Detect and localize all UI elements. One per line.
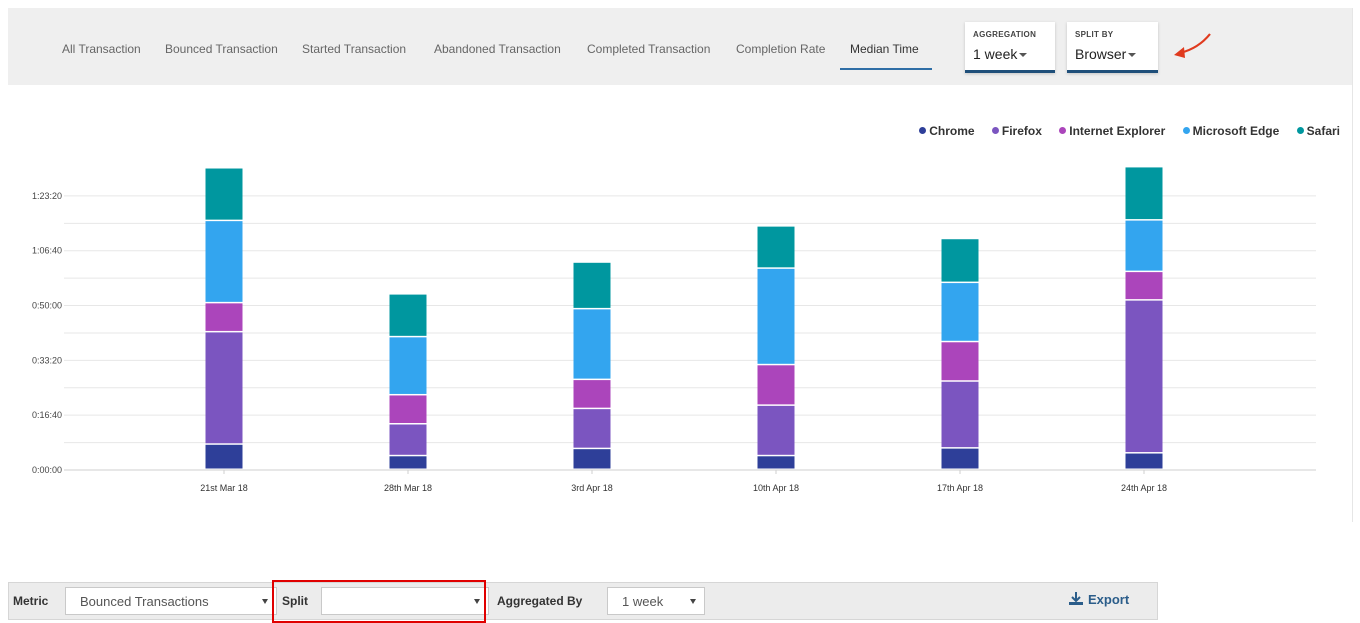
bar-segment [941,283,979,341]
bar-segment [205,303,243,331]
bar-segment [757,405,795,455]
aggregated-by-value: 1 week [622,594,664,609]
y-tick-label: 0:16:40 [32,410,62,420]
stacked-bar-chart: 0:00:00 0:16:40 0:33:20 0:50:00 1:06:40 1:23:… [32,167,1316,493]
y-tick-label: 1:06:40 [32,246,62,256]
bar-segment [757,456,795,469]
export-button[interactable]: Export [1068,592,1129,607]
bar-segment [757,365,795,405]
bar-segment [1125,220,1163,271]
bar-segment [205,221,243,302]
export-label: Export [1088,592,1130,607]
aggregated-by-select[interactable]: 1 week [607,587,705,615]
bar-segment [757,268,795,364]
y-tick-label: 0:50:00 [32,301,62,311]
bar-segment [205,332,243,444]
x-tick-label: 24th Apr 18 [1121,483,1167,493]
bar-segment [1125,300,1163,453]
bar-segment [573,409,611,448]
metric-select[interactable]: Bounced Transactions [65,587,277,615]
x-tick-label: 3rd Apr 18 [571,483,613,493]
bar-segment [573,380,611,408]
chevron-down-icon [262,599,268,604]
bar-segment [389,337,427,394]
x-tick-label: 17th Apr 18 [937,483,983,493]
bar-segment [205,444,243,469]
bar-segment [573,262,611,308]
bar-segment [941,448,979,469]
x-tick-label: 10th Apr 18 [753,483,799,493]
y-tick-label: 0:00:00 [32,465,62,475]
split-highlight-box [272,580,486,623]
download-icon [1069,592,1083,605]
bar-segment [1125,453,1163,469]
bar-segment [205,168,243,220]
bar-segment [1125,167,1163,220]
chevron-down-icon [690,599,696,604]
bar-segment [941,342,979,381]
bar-segment [941,381,979,448]
aggregated-by-label: Aggregated By [497,594,583,608]
y-tick-label: 0:33:20 [32,355,62,365]
bar-segment [389,395,427,424]
bar-segment [389,424,427,455]
chart-panel: All Transaction Bounced Transaction Star… [8,8,1353,522]
bar-segment [389,456,427,469]
x-tick-label: 28th Mar 18 [384,483,432,493]
bar-segment [573,309,611,379]
query-toolbar: Metric Bounced Transactions Split Aggreg… [8,582,1158,620]
bar-segment [757,226,795,268]
bar-segment [573,449,611,469]
x-tick-label: 21st Mar 18 [200,483,248,493]
y-tick-label: 1:23:20 [32,191,62,201]
metric-select-value: Bounced Transactions [80,594,209,609]
bar-segment [941,239,979,282]
metric-label: Metric [13,594,49,608]
bar-segment [1125,272,1163,300]
bar-segment [389,294,427,336]
